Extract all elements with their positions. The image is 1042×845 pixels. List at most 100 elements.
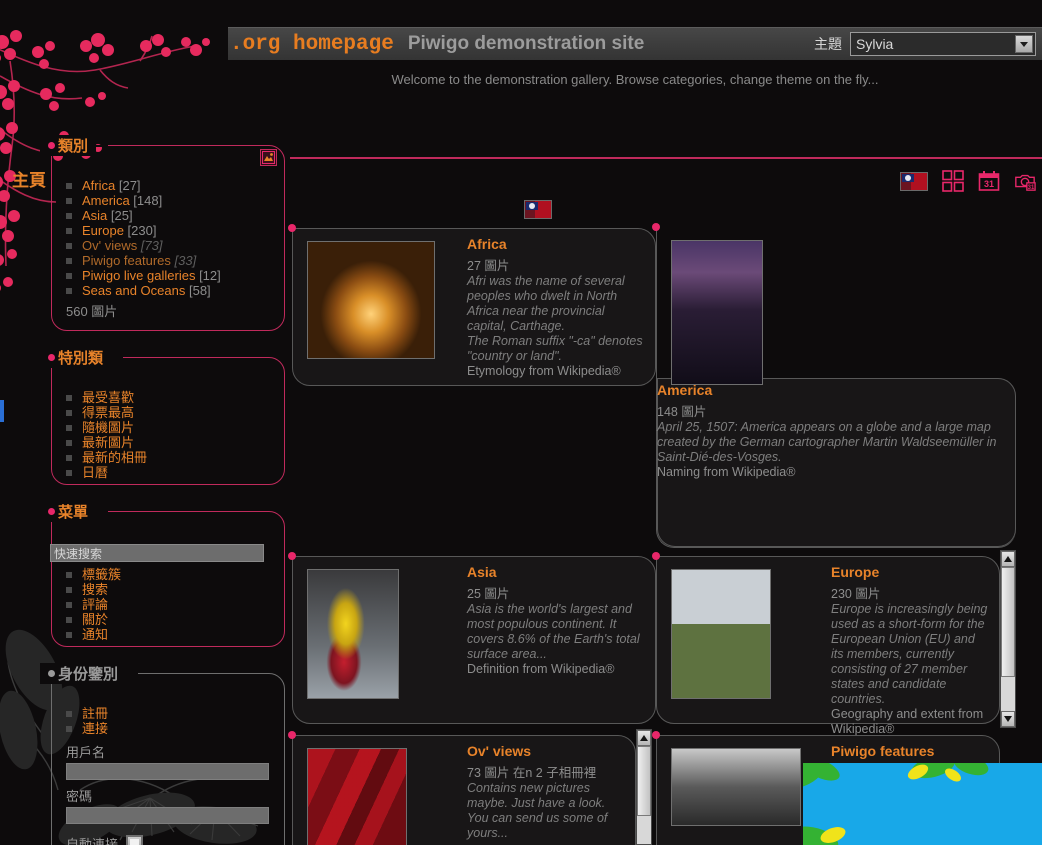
sidebar-special-item[interactable]: 最新圖片 xyxy=(66,435,275,450)
sidebar-category-link[interactable]: Ov' views xyxy=(82,238,137,253)
scroll-up-button[interactable] xyxy=(1001,551,1015,567)
sidebar-special-item[interactable]: 最新的相冊 xyxy=(66,450,275,465)
remember-me-checkbox[interactable] xyxy=(126,835,143,845)
sidebar-block-categories: 類別 Africa [27]America [148]Asia [25]Euro… xyxy=(40,135,285,331)
category-card-description: Afri was the name of several peoples who… xyxy=(467,274,645,334)
blue-edge-marker xyxy=(0,400,4,422)
category-thumbnail[interactable] xyxy=(307,241,435,359)
sidebar-category-link[interactable]: Seas and Oceans xyxy=(82,283,185,298)
category-card-description: Contains new pictures maybe. Just have a… xyxy=(467,781,625,841)
scroll-track[interactable] xyxy=(1001,567,1015,711)
sidebar-category-item[interactable]: Seas and Oceans [58] xyxy=(66,283,275,298)
special-list: 最受喜歡得票最高隨機圖片最新圖片最新的相冊日曆 xyxy=(66,390,275,480)
sidebar-special-item[interactable]: 隨機圖片 xyxy=(66,420,275,435)
sidebar-special-item-link[interactable]: 最受喜歡 xyxy=(82,390,134,405)
category-thumbnail[interactable] xyxy=(671,748,801,826)
scroll-down-button[interactable] xyxy=(1001,711,1015,727)
sidebar-identification-link-link[interactable]: 註冊 xyxy=(82,706,108,721)
sidebar-category-link[interactable]: America xyxy=(82,193,130,208)
category-info: Ov' views 73 圖片 在n 2 子相冊裡Contains new pic… xyxy=(467,744,625,841)
scroll-track[interactable] xyxy=(637,746,651,844)
category-card[interactable]: Europe230 圖片Europe is increasingly being… xyxy=(656,556,1000,724)
category-card-count: 25 圖片 xyxy=(467,587,645,602)
sidebar-menu-item-link[interactable]: 評論 xyxy=(82,597,108,612)
sidebar-special-item-link[interactable]: 最新的相冊 xyxy=(82,450,147,465)
category-card-title[interactable]: Europe xyxy=(831,565,989,580)
sidebar-special-item-link[interactable]: 隨機圖片 xyxy=(82,420,134,435)
category-card-title[interactable]: Ov' views xyxy=(467,744,625,759)
sidebar-special-item-link[interactable]: 日曆 xyxy=(82,465,108,480)
sidebar-special-item-link[interactable]: 最新圖片 xyxy=(82,435,134,450)
sidebar-category-item[interactable]: Asia [25] xyxy=(66,208,275,223)
tw-flag-icon-secondary[interactable] xyxy=(524,200,552,219)
category-thumbnail[interactable] xyxy=(307,748,407,845)
category-thumbnail-image xyxy=(672,570,770,698)
sidebar-special-item-link[interactable]: 得票最高 xyxy=(82,405,134,420)
category-thumbnail[interactable] xyxy=(671,240,763,385)
content-page-title: 主頁 xyxy=(12,166,46,191)
remember-me-row: 自動連接 xyxy=(66,834,275,845)
sidebar-category-item[interactable]: Piwigo features [33] xyxy=(66,253,275,268)
sidebar-category-item[interactable]: Africa [27] xyxy=(66,178,275,193)
sidebar-category-item[interactable]: America [148] xyxy=(66,193,275,208)
sidebar-category-item[interactable]: Piwigo live galleries [12] xyxy=(66,268,275,283)
sidebar-special-item[interactable]: 最受喜歡 xyxy=(66,390,275,405)
sidebar-category-link[interactable]: Europe xyxy=(82,223,124,238)
calendar-icon[interactable]: 31 xyxy=(978,170,1000,192)
sidebar-special-item[interactable]: 日曆 xyxy=(66,465,275,480)
sidebar-category-count: [73] xyxy=(137,238,162,253)
scroll-up-button[interactable] xyxy=(637,730,651,746)
sidebar-menu-item-link[interactable]: 關於 xyxy=(82,612,108,627)
sidebar-menu-item[interactable]: 關於 xyxy=(66,612,275,627)
category-card-title[interactable]: Piwigo features xyxy=(831,744,989,759)
sidebar-menu-item[interactable]: 通知 xyxy=(66,627,275,642)
thumbnails-grid-icon[interactable] xyxy=(942,170,964,192)
category-info: Europe230 圖片Europe is increasingly being… xyxy=(831,565,989,737)
site-logo-text[interactable]: .org homepage xyxy=(230,33,394,56)
sidebar-identification-link[interactable]: 連接 xyxy=(66,721,275,736)
category-info: Asia25 圖片Asia is the world's largest and… xyxy=(467,565,645,677)
category-card-title[interactable]: Africa xyxy=(467,237,645,252)
sidebar-category-link[interactable]: Piwigo features xyxy=(82,253,171,268)
sidebar-category-item[interactable]: Europe [230] xyxy=(66,223,275,238)
tw-flag-icon[interactable] xyxy=(900,172,928,191)
theme-select[interactable]: Sylvia xyxy=(850,32,1036,56)
category-card[interactable]: America148 圖片April 25, 1507: America app… xyxy=(656,228,1016,548)
scroll-thumb[interactable] xyxy=(1001,567,1015,677)
sidebar-menu-item-link[interactable]: 搜索 xyxy=(82,582,108,597)
sidebar-menu-item-link[interactable]: 通知 xyxy=(82,627,108,642)
category-list: Africa [27]America [148]Asia [25]Europe … xyxy=(66,178,275,298)
category-card[interactable]: Africa27 圖片Afri was the name of several … xyxy=(292,228,656,386)
camera-calendar-icon[interactable]: 31 xyxy=(1014,170,1036,192)
sidebar-menu-item[interactable]: 搜索 xyxy=(66,582,275,597)
sidebar-category-link[interactable]: Piwigo live galleries xyxy=(82,268,195,283)
category-thumbnail[interactable] xyxy=(307,569,399,699)
username-field[interactable] xyxy=(66,763,269,780)
sidebar-category-link[interactable]: Africa xyxy=(82,178,115,193)
sidebar-category-link[interactable]: Asia xyxy=(82,208,107,223)
content-top-divider xyxy=(290,157,1042,159)
scroll-thumb[interactable] xyxy=(637,746,651,816)
category-card-count: 230 圖片 xyxy=(831,587,989,602)
category-card-source: Naming from Wikipedia® xyxy=(657,465,1006,480)
category-card-count: 73 圖片 在n 2 子相冊裡 xyxy=(467,766,625,781)
category-card-title[interactable]: America xyxy=(657,383,1006,398)
category-thumbnail-image xyxy=(308,749,406,845)
category-thumbnail[interactable] xyxy=(671,569,771,699)
sidebar-menu-item[interactable]: 標籤簇 xyxy=(66,567,275,582)
scrollbar-ovviews-card[interactable] xyxy=(636,729,652,845)
chevron-down-icon[interactable] xyxy=(1015,35,1033,53)
quick-search-input[interactable]: 快速搜索 xyxy=(50,544,264,562)
scrollbar-europe-card[interactable] xyxy=(1000,550,1016,728)
sidebar-identification-link-link[interactable]: 連接 xyxy=(82,721,108,736)
category-card[interactable]: Asia25 圖片Asia is the world's largest and… xyxy=(292,556,656,724)
sidebar-identification-link[interactable]: 註冊 xyxy=(66,706,275,721)
password-field[interactable] xyxy=(66,807,269,824)
category-card[interactable]: Ov' views 73 圖片 在n 2 子相冊裡Contains new pic… xyxy=(292,735,636,845)
sidebar-special-item[interactable]: 得票最高 xyxy=(66,405,275,420)
category-card-title[interactable]: Asia xyxy=(467,565,645,580)
sidebar-menu-item-link[interactable]: 標籤簇 xyxy=(82,567,121,582)
sidebar-menu-item[interactable]: 評論 xyxy=(66,597,275,612)
sidebar-category-count: [33] xyxy=(171,253,196,268)
sidebar-category-item[interactable]: Ov' views [73] xyxy=(66,238,275,253)
